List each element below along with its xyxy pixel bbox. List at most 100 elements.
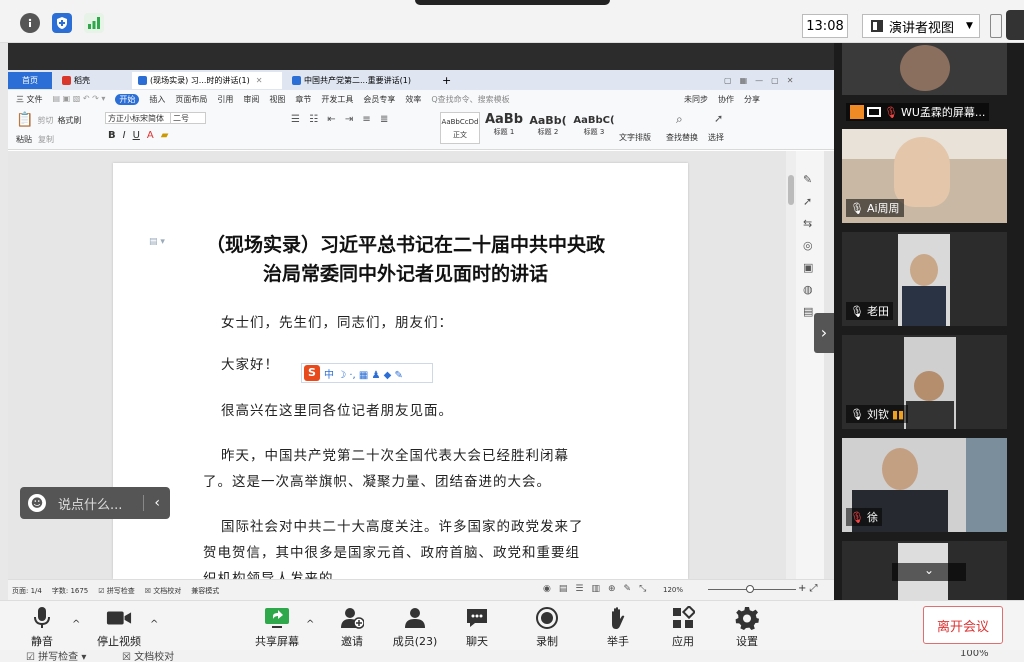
tab-doc-active[interactable]: (现场实录) 习...时的讲话(1) ✕ [132, 72, 282, 89]
style-normal[interactable]: AaBbCcDd 正文 [440, 112, 480, 144]
participant-tile-screen[interactable] [842, 43, 1007, 95]
quick-access-icons[interactable]: ▤ ▣ ▧ ↶ ↷ ▾ [53, 94, 106, 105]
mute-options-caret[interactable]: ^ [72, 619, 80, 630]
menu-dev-tools[interactable]: 开发工具 [321, 94, 353, 105]
menu-efficiency[interactable]: 效率 [405, 94, 421, 105]
sync-status[interactable]: 未同步 [684, 94, 708, 105]
mute-button[interactable]: 静音 [12, 605, 72, 649]
mic-float-icon[interactable] [1006, 10, 1024, 40]
find-replace-button[interactable]: 查找替换 [666, 132, 698, 143]
font-size-select[interactable]: 二号 [170, 112, 206, 124]
zoom-slider[interactable] [708, 585, 796, 593]
style-heading-1[interactable]: AaBb 标题 1 [484, 112, 524, 144]
minimize-icon[interactable]: — [755, 76, 763, 85]
document-page[interactable]: ▤ ▾ （现场实录）习近平总书记在二十届中共中央政治局常委同中外记者见面时的讲话… [113, 163, 688, 579]
menu-reference[interactable]: 引用 [217, 94, 233, 105]
collab-button[interactable]: 协作 [718, 94, 734, 105]
raise-hand-button[interactable]: 举手 [588, 605, 648, 649]
chat-input-pill[interactable]: ☻ 说点什么... ‹ [20, 487, 170, 519]
chat-placeholder: 说点什么... [58, 497, 123, 513]
meeting-top-bar: 13:08 演讲者视图 ▼ [0, 0, 1024, 43]
tab-docer[interactable]: 稻壳 [56, 72, 126, 89]
participant-tile[interactable]: 🎙 Ai周周 [842, 129, 1007, 223]
paste-button[interactable]: 粘贴 [16, 134, 32, 145]
share-button[interactable]: 分享 [744, 94, 760, 105]
cut-button[interactable]: 剪切 [37, 115, 53, 128]
grid-icon[interactable]: ▦ [740, 76, 748, 85]
participant-name-tag: 🎙 WU孟霖的屏幕... [846, 103, 990, 121]
style-heading-3[interactable]: AaBbC( 标题 3 [572, 112, 616, 144]
collapse-chat-icon[interactable]: ‹ [143, 495, 170, 511]
participant-tile[interactable]: ⌄ [842, 541, 1007, 600]
vertical-scrollbar[interactable] [786, 151, 796, 579]
menu-insert[interactable]: 插入 [149, 94, 165, 105]
stop-video-button[interactable]: 停止视频 [89, 605, 149, 649]
bg-proofread-label: 文档校对 [134, 652, 175, 662]
pointer-icon: ➚ [714, 112, 724, 125]
shield-icon[interactable] [52, 13, 72, 33]
menu-review[interactable]: 审阅 [243, 94, 259, 105]
emoji-icon[interactable]: ☻ [28, 494, 46, 512]
avatar [900, 45, 950, 91]
word-count[interactable]: 字数: 1675 [52, 586, 88, 596]
menu-start[interactable]: 开始 [115, 94, 140, 105]
italic-button[interactable]: I [123, 130, 126, 141]
paragraph-group[interactable]: ☰ ☷ ⇤ ⇥ ≡ ≣ [291, 114, 391, 125]
menu-view[interactable]: 视图 [269, 94, 285, 105]
window-close-icon[interactable]: ✕ [787, 76, 794, 85]
mic-muted-icon: 🎙 [850, 510, 864, 524]
style-heading-2[interactable]: AaBb( 标题 2 [528, 112, 568, 144]
settings-button[interactable]: 设置 [717, 605, 777, 649]
scroll-down-icon[interactable]: ⌄ [892, 563, 966, 581]
view-mode-icons[interactable]: ◉ ▤ ☰ ▥ ⊕ ✎ ⤡ [543, 584, 646, 594]
presenter-view-button[interactable]: 演讲者视图 ▼ [862, 14, 980, 38]
maximize-icon[interactable]: ▢ [771, 76, 779, 85]
paste-icon[interactable]: 📋 [16, 112, 33, 128]
presenter-view-icon [871, 20, 883, 32]
text-layout-button[interactable]: 文字排版 [619, 132, 651, 143]
restore-icon[interactable]: ▢ [724, 76, 732, 85]
collapse-panel-button[interactable]: › [814, 313, 834, 353]
bold-button[interactable]: B [108, 130, 116, 141]
participant-tile[interactable]: 🎙 老田 [842, 232, 1007, 326]
new-tab-button[interactable]: + [436, 72, 452, 89]
format-painter-button[interactable]: 格式刷 [57, 115, 81, 128]
record-button[interactable]: 录制 [517, 605, 577, 649]
side-tool-icons[interactable]: ✎ ➚ ⇆ ◎ ▣ ◍ ▤ [803, 169, 813, 323]
menu-member[interactable]: 会员专享 [363, 94, 395, 105]
info-icon[interactable] [20, 13, 40, 33]
share-options-caret[interactable]: ^ [306, 619, 314, 630]
tab-home[interactable]: 首页 [8, 72, 52, 89]
share-screen-button[interactable]: 共享屏幕 [247, 605, 307, 649]
highlight-button[interactable]: ▰ [161, 130, 169, 141]
participant-tile[interactable]: 🎙 刘钦 ▮▮ [842, 335, 1007, 429]
proofread-toggle[interactable]: ☒ 文档校对 [145, 586, 182, 596]
zoom-slider-thumb[interactable] [746, 585, 754, 593]
layout-toggle-icon[interactable] [990, 14, 1002, 38]
body-shape [902, 286, 946, 326]
ime-toolbar[interactable]: S 中 ☽ ·, ▦ ♟ ◆ ✎ [301, 363, 433, 383]
spell-check-toggle[interactable]: ☑ 拼写检查 [98, 586, 135, 596]
tab-doc-2[interactable]: 中国共产党第二...重要讲话(1) [286, 72, 436, 89]
invite-button[interactable]: 邀请 [322, 605, 382, 649]
search-command-input[interactable]: Q查找命令、搜索模板 [431, 94, 509, 105]
apps-button[interactable]: 应用 [653, 605, 713, 649]
leave-meeting-button[interactable]: 离开会议 [923, 606, 1003, 644]
zoom-level[interactable]: 120% [663, 586, 683, 594]
select-button[interactable]: 选择 [708, 132, 724, 143]
members-button[interactable]: 成员(23) [383, 605, 447, 649]
participant-tile[interactable]: 🎙 徐 [842, 438, 1007, 532]
zoom-in-icon[interactable]: + ⤢ [798, 583, 818, 594]
underline-button[interactable]: U [133, 130, 140, 141]
close-icon[interactable]: ✕ [256, 76, 263, 85]
copy-button[interactable]: 复制 [38, 134, 54, 145]
menu-chapter[interactable]: 章节 [295, 94, 311, 105]
font-color-button[interactable]: A [147, 130, 154, 141]
signal-icon[interactable] [84, 13, 104, 33]
scrollbar-thumb[interactable] [788, 175, 794, 205]
chat-button[interactable]: 聊天 [447, 605, 507, 649]
menu-file[interactable]: 三 文件 [16, 94, 43, 105]
wps-menu-bar: 三 文件 ▤ ▣ ▧ ↶ ↷ ▾ 开始 插入 页面布局 引用 审阅 视图 章节 … [8, 90, 834, 108]
video-options-caret[interactable]: ^ [150, 619, 158, 630]
menu-page-layout[interactable]: 页面布局 [175, 94, 207, 105]
